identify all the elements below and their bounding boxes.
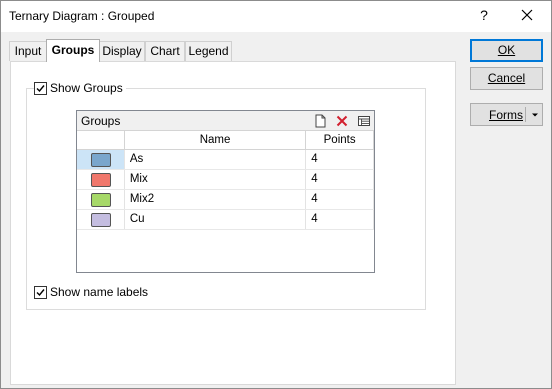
table-row[interactable]: Mix 4: [77, 170, 374, 190]
close-icon: [521, 9, 533, 21]
tab-groups[interactable]: Groups: [46, 39, 100, 62]
ok-button-label: OK: [497, 43, 516, 57]
forms-button-label: Forms: [489, 108, 523, 122]
groups-grid-column-headers: Name Points: [77, 131, 374, 150]
color-swatch[interactable]: [91, 193, 111, 207]
window-title: Ternary Diagram : Grouped: [9, 9, 155, 23]
tab-chart[interactable]: Chart: [145, 41, 185, 61]
forms-split-button[interactable]: Forms: [470, 103, 543, 126]
show-name-labels-checkbox[interactable]: [34, 285, 47, 299]
column-header-points[interactable]: Points: [306, 131, 374, 149]
delete-icon[interactable]: [335, 114, 349, 128]
checkmark-icon: [36, 288, 45, 296]
table-row[interactable]: As 4: [77, 150, 374, 170]
new-document-icon[interactable]: [313, 114, 327, 128]
split-separator: [525, 107, 526, 122]
help-button[interactable]: ?: [477, 7, 491, 23]
tab-legend[interactable]: Legend: [185, 41, 232, 61]
tab-display[interactable]: Display: [99, 41, 145, 61]
name-cell[interactable]: Mix2: [125, 190, 307, 209]
table-row[interactable]: Mix2 4: [77, 190, 374, 210]
show-groups-checkbox[interactable]: [34, 81, 47, 95]
show-groups-checkbox-row[interactable]: Show Groups: [34, 81, 126, 95]
column-header-name[interactable]: Name: [125, 131, 307, 149]
cancel-button-label: Cancel: [487, 71, 526, 85]
groups-grid-header: Groups: [77, 111, 374, 131]
color-swatch[interactable]: [91, 213, 111, 227]
title-bar: Ternary Diagram : Grouped ?: [1, 1, 551, 32]
groups-tab-panel: Show Groups Groups Name Points As 4 Mix …: [10, 61, 456, 385]
show-name-labels-label: Show name labels: [50, 285, 149, 299]
points-cell[interactable]: 4: [306, 210, 374, 229]
color-cell[interactable]: [77, 170, 125, 189]
groups-grid-caption: Groups: [81, 114, 121, 128]
checkmark-icon: [36, 84, 45, 92]
color-swatch[interactable]: [91, 173, 111, 187]
table-properties-icon[interactable]: [357, 114, 371, 128]
points-cell[interactable]: 4: [306, 150, 374, 169]
chevron-down-icon: [532, 113, 538, 117]
column-header-color: [77, 131, 125, 149]
ok-button[interactable]: OK: [470, 39, 543, 62]
color-cell[interactable]: [77, 190, 125, 209]
forms-dropdown-button[interactable]: [529, 108, 541, 122]
close-button[interactable]: [513, 4, 541, 28]
points-cell[interactable]: 4: [306, 190, 374, 209]
name-cell[interactable]: As: [125, 150, 307, 169]
cancel-button[interactable]: Cancel: [470, 67, 543, 90]
color-cell[interactable]: [77, 210, 125, 229]
color-cell[interactable]: [77, 150, 125, 169]
name-cell[interactable]: Mix: [125, 170, 307, 189]
show-groups-label: Show Groups: [50, 81, 123, 95]
table-row[interactable]: Cu 4: [77, 210, 374, 230]
tab-input[interactable]: Input: [9, 41, 47, 61]
points-cell[interactable]: 4: [306, 170, 374, 189]
dialog-window: Ternary Diagram : Grouped ? Input Groups…: [0, 0, 552, 389]
color-swatch[interactable]: [91, 153, 111, 167]
groups-grid: Groups Name Points As 4 Mix 4 Mix2 4 Cu …: [76, 110, 375, 273]
name-cell[interactable]: Cu: [125, 210, 307, 229]
show-name-labels-checkbox-row[interactable]: Show name labels: [34, 285, 152, 299]
